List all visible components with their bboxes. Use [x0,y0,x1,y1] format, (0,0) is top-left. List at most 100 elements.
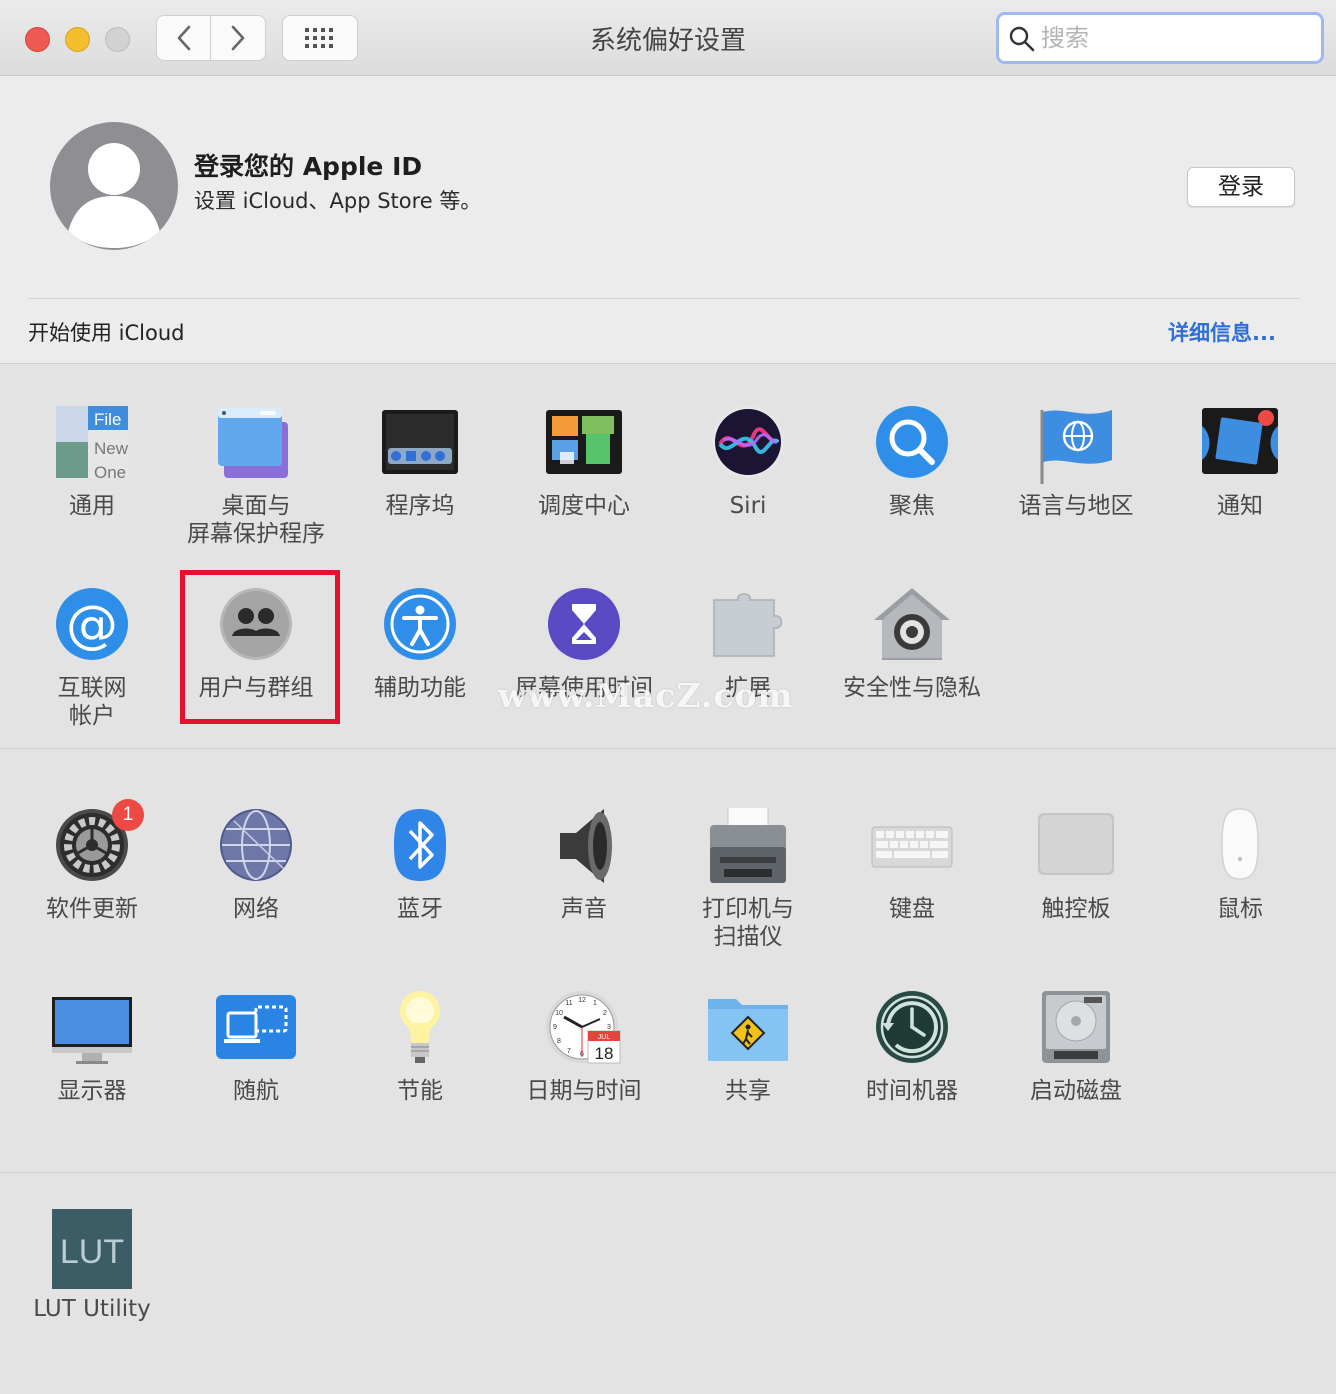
watermark: www.MacZ.com [498,676,794,715]
highlight-box [180,570,340,724]
network-globe-icon [220,809,292,881]
svg-text:LUT: LUT [60,1233,124,1271]
pref-date-time[interactable]: 12 1 2 3 4 5 6 7 8 9 10 11 J [502,989,666,1105]
pref-label: 安全性与隐私 [843,675,981,701]
hardware-prefs-section: 1 软件更新 网络 蓝牙 声音 打印机与 扫描仪 键盘 触控板 鼠标 显示器 随… [0,749,1336,1172]
printer-icon [710,806,786,883]
avatar[interactable] [50,122,178,250]
siri-icon [712,406,784,478]
pref-label: 通知 [1217,493,1263,519]
svg-text:18: 18 [595,1044,614,1063]
search-icon [1009,26,1035,52]
pref-label: 语言与地区 [1018,493,1134,519]
svg-text:11: 11 [565,1000,572,1007]
svg-text:9: 9 [553,1024,557,1031]
pref-notifications[interactable]: 通知 [1158,404,1322,520]
pref-language-region[interactable]: 语言与地区 [994,404,1158,520]
pref-label: 辅助功能 [374,675,466,701]
pref-label: 蓝牙 [397,896,443,922]
svg-text:1: 1 [593,1000,597,1007]
pref-sidecar[interactable]: 随航 [174,989,338,1105]
pref-label: 鼠标 [1217,896,1263,922]
svg-text:@: @ [66,595,118,655]
svg-text:JUL: JUL [598,1034,611,1041]
keyboard-icon [871,826,953,868]
search-input[interactable] [1039,20,1313,56]
pref-software-update[interactable]: 1 软件更新 [10,799,174,923]
pref-mouse[interactable]: 鼠标 [1158,807,1322,923]
person-icon [68,143,160,248]
pref-siri[interactable]: Siri [666,404,830,520]
hourglass-icon [548,588,620,660]
shared-folder-icon [708,999,788,1061]
pref-time-machine[interactable]: 时间机器 [830,989,994,1105]
clock-calendar-icon: 12 1 2 3 4 5 6 7 8 9 10 11 J [546,991,621,1064]
pref-mission-control[interactable]: 调度中心 [502,404,666,520]
pref-label: 互联网 帐户 [57,675,127,729]
pref-bluetooth[interactable]: 蓝牙 [338,807,502,923]
general-icon: File New One [56,406,129,482]
pref-label: 节能 [397,1078,443,1104]
pref-label: 调度中心 [538,493,630,519]
pref-lut-utility[interactable]: LUT LUT Utility [10,1207,174,1323]
flag-globe-icon [1040,410,1112,484]
pref-label: 日期与时间 [526,1078,642,1104]
spotlight-icon [876,406,948,478]
pref-label: LUT Utility [33,1296,151,1322]
svg-text:7: 7 [567,1048,571,1055]
pref-trackpad[interactable]: 触控板 [994,807,1158,923]
lut-icon: LUT [52,1209,132,1289]
svg-text:File: File [94,410,121,429]
apple-id-title: 登录您的 Apple ID [194,152,423,181]
svg-text:2: 2 [603,1010,607,1017]
pref-label: 显示器 [57,1078,127,1104]
other-prefs-section: LUT LUT Utility [0,1173,1336,1394]
pref-printers-scanners[interactable]: 打印机与 扫描仪 [666,806,830,951]
pref-label: 网络 [233,896,279,922]
accessibility-icon [384,588,456,660]
pref-accessibility[interactable]: 辅助功能 [338,586,502,702]
time-machine-icon [876,991,948,1063]
pref-general[interactable]: File New One 通用 [10,404,174,520]
pref-label: 桌面与 屏幕保护程序 [187,493,325,547]
details-link[interactable]: 详细信息... [1168,317,1276,347]
hard-drive-icon [1042,991,1110,1063]
pref-label: 触控板 [1041,896,1111,922]
search-field[interactable] [996,12,1324,64]
sidecar-icon [216,995,296,1059]
svg-text:12: 12 [578,997,586,1004]
pref-label: 声音 [561,896,607,922]
sign-in-button[interactable]: 登录 [1187,167,1295,207]
pref-energy-saver[interactable]: 节能 [338,989,502,1105]
at-sign-icon: @ [56,588,128,660]
pref-label: 通用 [69,493,115,519]
svg-text:8: 8 [557,1038,561,1045]
display-icon [52,997,132,1064]
pref-internet-accounts[interactable]: @ 互联网 帐户 [10,586,174,730]
pref-displays[interactable]: 显示器 [10,989,174,1105]
pref-label: 随航 [233,1078,279,1104]
speaker-icon [560,809,612,883]
pref-startup-disk[interactable]: 启动磁盘 [994,989,1158,1105]
mission-control-icon [546,410,622,474]
puzzle-icon [713,593,783,657]
pref-keyboard[interactable]: 键盘 [830,807,994,923]
apple-id-section: 登录您的 Apple ID 设置 iCloud、App Store 等。 登录 … [0,77,1336,363]
svg-text:10: 10 [555,1010,563,1017]
svg-text:One: One [94,463,126,482]
pref-desktop-screensaver[interactable]: 桌面与 屏幕保护程序 [174,404,338,548]
pref-label: 共享 [725,1078,771,1104]
svg-text:3: 3 [607,1024,611,1031]
mouse-icon [1221,808,1259,880]
pref-label: 打印机与 扫描仪 [702,896,794,950]
pref-sound[interactable]: 声音 [502,807,666,923]
pref-network[interactable]: 网络 [174,807,338,923]
pref-sharing[interactable]: 共享 [666,989,830,1105]
pref-spotlight[interactable]: 聚焦 [830,404,994,520]
pref-label: Siri [729,493,767,519]
update-badge: 1 [112,799,144,831]
bluetooth-icon [394,809,446,881]
pref-dock[interactable]: 程序坞 [338,404,502,520]
apple-id-subtitle: 设置 iCloud、App Store 等。 [194,189,482,213]
pref-security-privacy[interactable]: 安全性与隐私 [830,586,994,702]
